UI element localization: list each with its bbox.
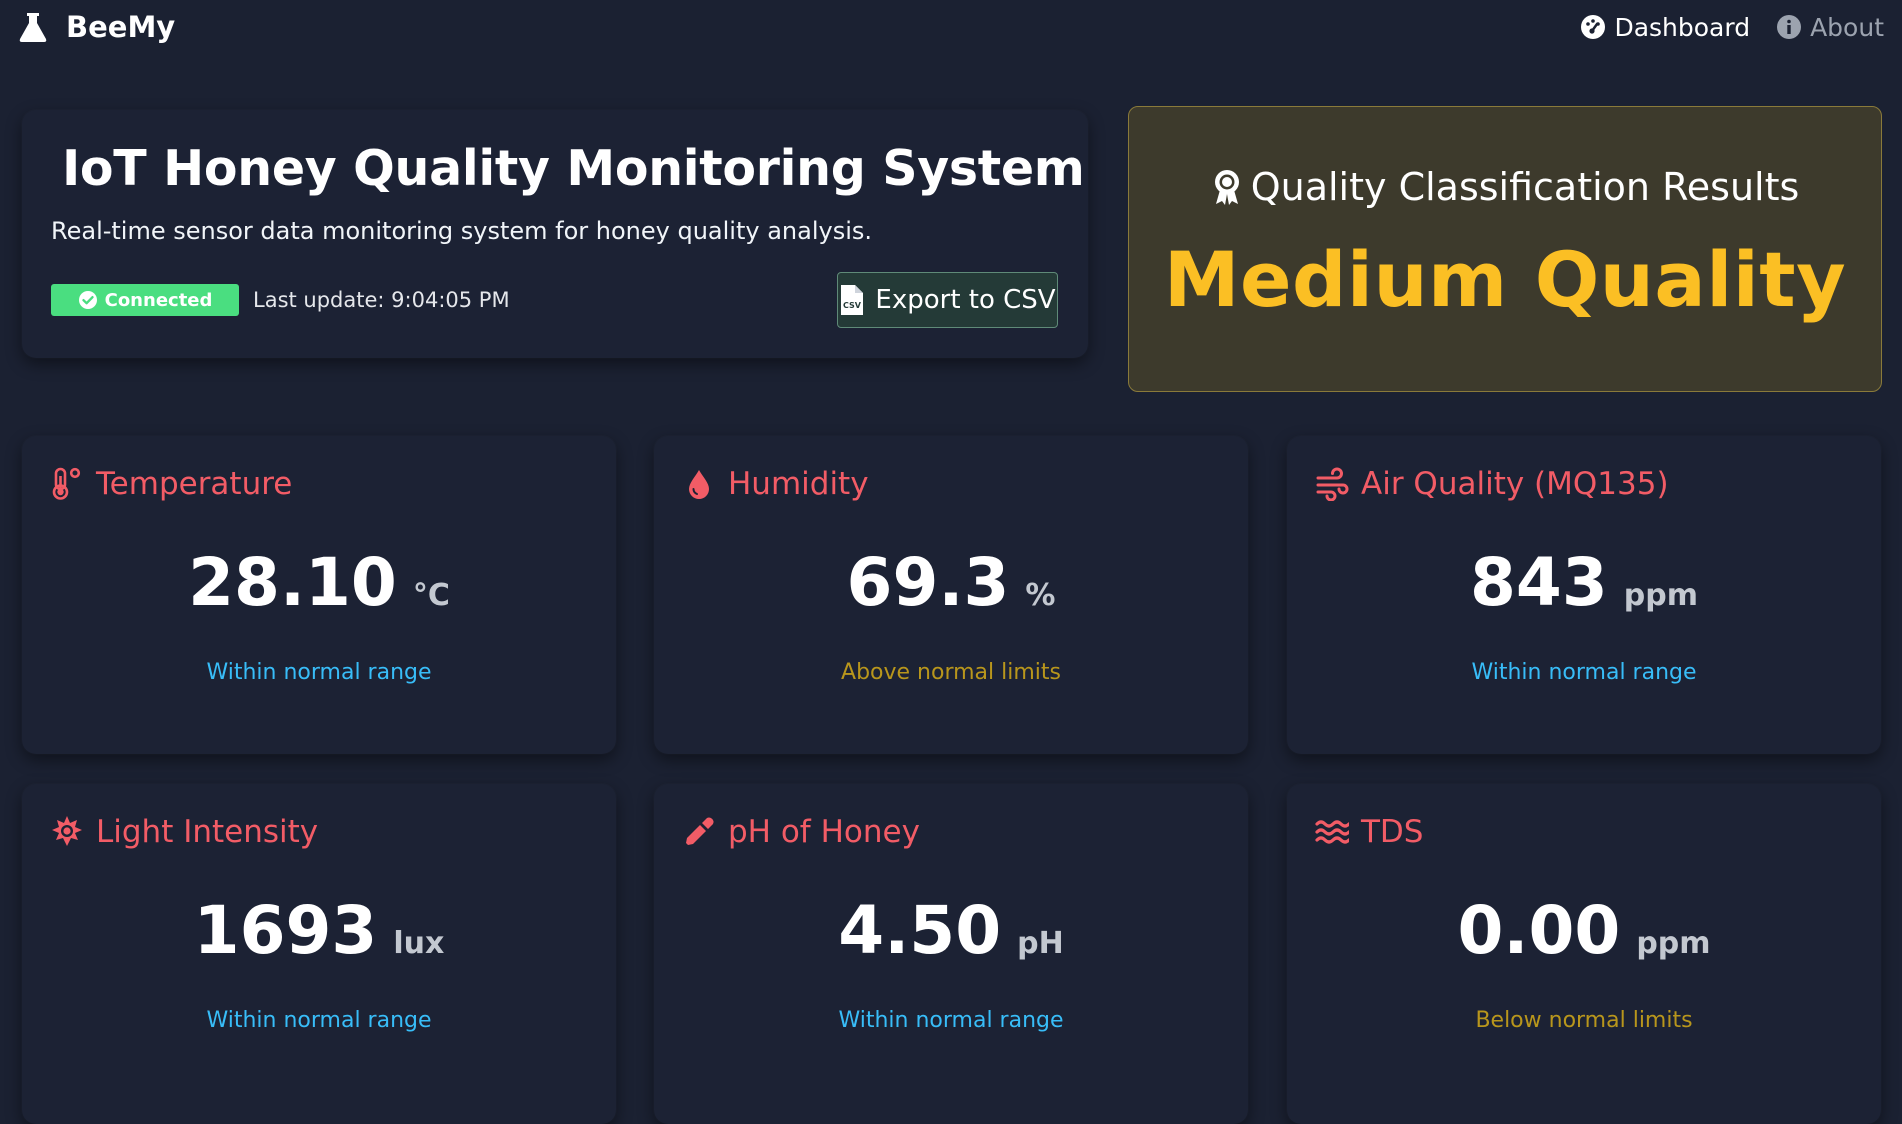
sensor-number: 69.3 xyxy=(846,544,1010,621)
info-icon xyxy=(1777,15,1802,39)
award-icon xyxy=(1214,170,1239,205)
connection-status-label: Connected xyxy=(104,289,213,311)
water-icon xyxy=(1315,820,1349,844)
sensor-unit: pH xyxy=(1017,926,1064,961)
sensor-header: TDS xyxy=(1315,814,1423,850)
sensor-header: Humidity xyxy=(682,466,869,502)
page-title: IoT Honey Quality Monitoring System xyxy=(62,140,1085,197)
droplet-icon xyxy=(689,470,709,499)
quality-title: Quality Classification Results xyxy=(1129,165,1881,209)
sensor-unit: ppm xyxy=(1623,578,1698,613)
sensor-card-humidity: Humidity 69.3 % Above normal limits xyxy=(654,436,1248,754)
page-subtitle: Real-time sensor data monitoring system … xyxy=(51,217,873,245)
thermometer-icon xyxy=(52,467,81,500)
sensor-label: TDS xyxy=(1361,814,1424,850)
sensor-header: Air Quality (MQ135) xyxy=(1315,466,1669,502)
sensor-status: Within normal range xyxy=(1471,660,1697,685)
sun-icon xyxy=(52,816,82,846)
check-circle-icon xyxy=(78,291,97,309)
nav-dashboard[interactable]: Dashboard xyxy=(1580,13,1750,42)
navbar: BeeMy Dashboard About xyxy=(0,0,1902,54)
sensor-status: Below normal limits xyxy=(1475,1008,1693,1033)
sensor-number: 0.00 xyxy=(1457,892,1621,969)
sensor-value: 1693 lux xyxy=(22,892,616,969)
sensor-unit: lux xyxy=(393,926,445,961)
sensor-number: 28.10 xyxy=(188,544,397,621)
export-csv-label: Export to CSV xyxy=(875,285,1056,315)
sensor-status: Within normal range xyxy=(838,1008,1064,1033)
sensor-label: Temperature xyxy=(96,466,293,502)
sensor-header: Light Intensity xyxy=(50,814,318,850)
nav-about-label: About xyxy=(1810,12,1884,42)
sensor-number: 1693 xyxy=(193,892,378,969)
quality-value: Medium Quality xyxy=(1163,235,1847,324)
sensor-status: Within normal range xyxy=(206,660,432,685)
last-update: Last update: 9:04:05 PM xyxy=(253,288,510,312)
eyedropper-icon xyxy=(686,817,714,845)
flask-icon xyxy=(19,13,47,42)
sensor-label: pH of Honey xyxy=(728,814,920,850)
sensor-header: Temperature xyxy=(50,466,292,502)
sensor-card-light-intensity: Light Intensity 1693 lux Within normal r… xyxy=(22,784,616,1124)
status-row: Connected Last update: 9:04:05 PM xyxy=(51,284,510,316)
nav-about[interactable]: About xyxy=(1776,13,1884,42)
sensor-status: Above normal limits xyxy=(841,660,1061,685)
sensor-status: Within normal range xyxy=(206,1008,432,1033)
nav-links: Dashboard About xyxy=(1580,13,1884,42)
sensor-unit: °C xyxy=(412,578,450,613)
sensor-value: 843 ppm xyxy=(1287,544,1881,621)
sensor-unit: ppm xyxy=(1636,926,1711,961)
svg-text:CSV: CSV xyxy=(843,301,862,310)
sensor-header: pH of Honey xyxy=(682,814,920,850)
sensor-value: 0.00 ppm xyxy=(1287,892,1881,969)
brand-name: BeeMy xyxy=(66,10,176,44)
sensor-label: Light Intensity xyxy=(96,814,319,850)
export-csv-button[interactable]: CSV Export to CSV xyxy=(837,272,1058,328)
brand[interactable]: BeeMy xyxy=(18,10,175,44)
sensor-number: 843 xyxy=(1470,544,1608,621)
sensor-card-ph: pH of Honey 4.50 pH Within normal range xyxy=(654,784,1248,1124)
sensor-label: Air Quality (MQ135) xyxy=(1361,466,1669,502)
header-card: IoT Honey Quality Monitoring System Real… xyxy=(22,110,1088,358)
sensor-card-temperature: Temperature 28.10 °C Within normal range xyxy=(22,436,616,754)
sensor-card-tds: TDS 0.00 ppm Below normal limits xyxy=(1287,784,1881,1124)
sensor-value: 69.3 % xyxy=(654,544,1248,621)
sensor-label: Humidity xyxy=(728,466,869,502)
sensor-unit: % xyxy=(1025,578,1056,613)
sensor-value: 4.50 pH xyxy=(654,892,1248,969)
sensor-card-air-quality: Air Quality (MQ135) 843 ppm Within norma… xyxy=(1287,436,1881,754)
gauge-icon xyxy=(1581,15,1606,39)
wind-icon xyxy=(1316,467,1349,501)
quality-title-label: Quality Classification Results xyxy=(1250,165,1800,209)
quality-card: Quality Classification Results Medium Qu… xyxy=(1128,106,1882,392)
file-csv-icon: CSV xyxy=(841,285,864,315)
nav-dashboard-label: Dashboard xyxy=(1614,12,1751,42)
connection-status-badge: Connected xyxy=(51,284,239,316)
sensor-value: 28.10 °C xyxy=(22,544,616,621)
sensor-number: 4.50 xyxy=(838,892,1002,969)
